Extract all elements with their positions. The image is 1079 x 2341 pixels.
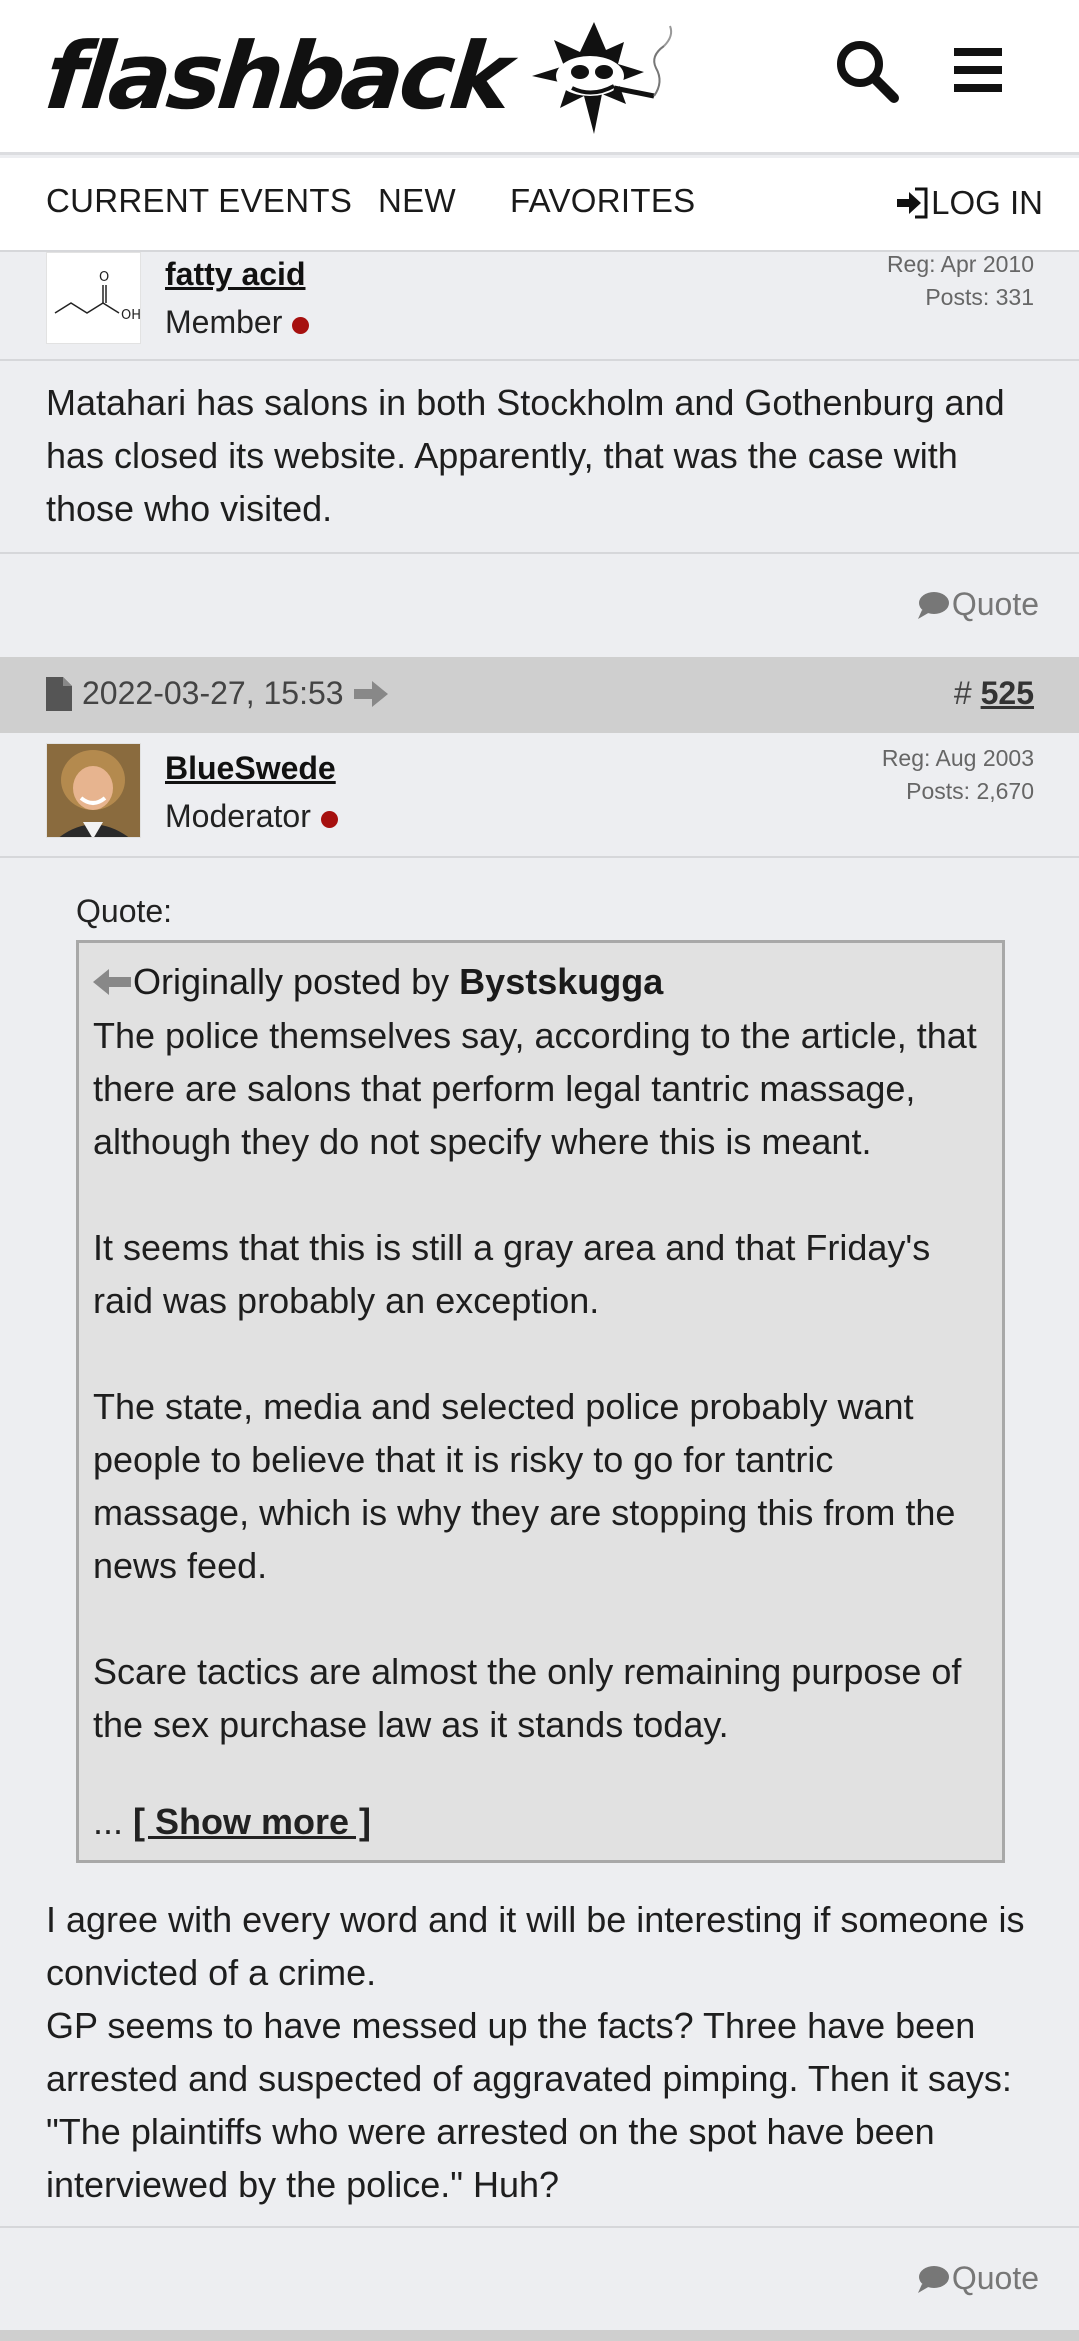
post-body: Matahari has salons in both Stockholm an… [46,382,1005,529]
hamburger-menu-icon[interactable] [950,40,1008,100]
user-post-count: Posts: 2,670 [906,778,1034,804]
user-meta: Reg: Aug 2003 Posts: 2,670 [882,742,1034,808]
username-link[interactable]: BlueSwede [165,750,336,787]
user-reg-date: Reg: Aug 2003 [881,745,1034,771]
user-photo-avatar-icon [47,744,140,837]
main-nav: CURRENT EVENTS NEW FAVORITES LOG IN [0,158,1079,252]
quote-paragraph: The state, media and selected police pro… [93,1386,956,1586]
chemical-structure-avatar-icon: O OH [54,270,141,323]
svg-text:O: O [99,270,109,285]
user-reg-date: Reg: Apr 2010 [886,251,1034,277]
quote-origin-prefix: Originally posted by [133,961,450,1002]
logo-text: flashback [40,23,514,130]
quote-button[interactable]: Quote [916,586,1039,623]
post-body-line: I agree with every word and it will be i… [46,1899,1025,1993]
show-more-link[interactable]: [ Show more ] [133,1801,371,1842]
post-number-prefix: # [953,675,972,711]
post-number-link[interactable]: 525 [981,675,1034,711]
online-status-icon [320,811,338,828]
avatar[interactable] [46,743,141,838]
user-meta: Reg: Apr 2010 Posts: 331 [887,248,1034,314]
quote-origin-user[interactable]: Bystskugga [459,961,663,1003]
document-icon [46,676,72,711]
speech-bubble-icon [917,591,949,619]
user-role-label: Member [165,304,283,340]
show-more-ellipsis: ... [93,1801,124,1842]
nav-current-events[interactable]: CURRENT EVENTS [46,182,352,220]
quote-box: Originally posted by Bystskugga The poli… [76,940,1005,1863]
quote-paragraph: The police themselves say, according to … [93,1015,977,1162]
svg-text:OH: OH [121,308,141,323]
quote-origin: Originally posted by Bystskugga [93,961,663,1003]
next-post-header [0,2330,1079,2341]
nav-new[interactable]: NEW [378,182,456,220]
show-more: ... [ Show more ] [93,1801,380,1843]
mascot-logo-icon [531,22,672,134]
login-link[interactable]: LOG IN [895,184,1043,222]
user-role: Moderator [165,798,338,835]
username-link[interactable]: fatty acid [165,256,305,293]
online-status-icon [292,317,310,334]
post-date-text: 2022-03-27, 15:53 [82,675,344,711]
post-user-row: O OH fatty acid Member Reg: Apr 2010 Pos… [0,251,1079,361]
arrow-left-icon[interactable] [93,967,133,997]
user-role: Member [165,304,310,341]
login-icon [897,187,928,219]
quote-paragraph: Scare tactics are almost the only remain… [93,1651,962,1745]
quote-button-label: Quote [951,2260,1039,2296]
site-logo[interactable]: flashback [40,12,684,142]
quote-button[interactable]: Quote [916,2260,1039,2297]
quote-text: The police themselves say, according to … [93,1009,993,1827]
post-number: # 525 [954,675,1034,712]
nav-favorites[interactable]: FAVORITES [510,182,695,220]
quote-button-label: Quote [951,586,1039,622]
speech-bubble-icon [917,2265,949,2293]
quote-label: Quote: [76,893,173,929]
post-user-row: BlueSwede Moderator Reg: Aug 2003 Posts:… [0,733,1079,858]
post-date: 2022-03-27, 15:53 [46,675,388,712]
user-post-count: Posts: 331 [925,284,1034,310]
post-body: I agree with every word and it will be i… [46,1893,1046,2211]
arrow-right-icon[interactable] [353,680,388,707]
search-icon[interactable] [832,36,902,106]
user-role-label: Moderator [165,798,311,834]
post-header: 2022-03-27, 15:53 # 525 [0,657,1079,733]
avatar[interactable]: O OH [46,252,141,344]
post-footer: Quote [0,552,1079,656]
site-header: flashback [0,0,1079,155]
login-label: LOG IN [931,184,1043,221]
post-footer: Quote [0,2226,1079,2330]
quote-paragraph: It seems that this is still a gray area … [93,1227,931,1321]
post-body-line: GP seems to have messed up the facts? Th… [46,2005,1012,2205]
